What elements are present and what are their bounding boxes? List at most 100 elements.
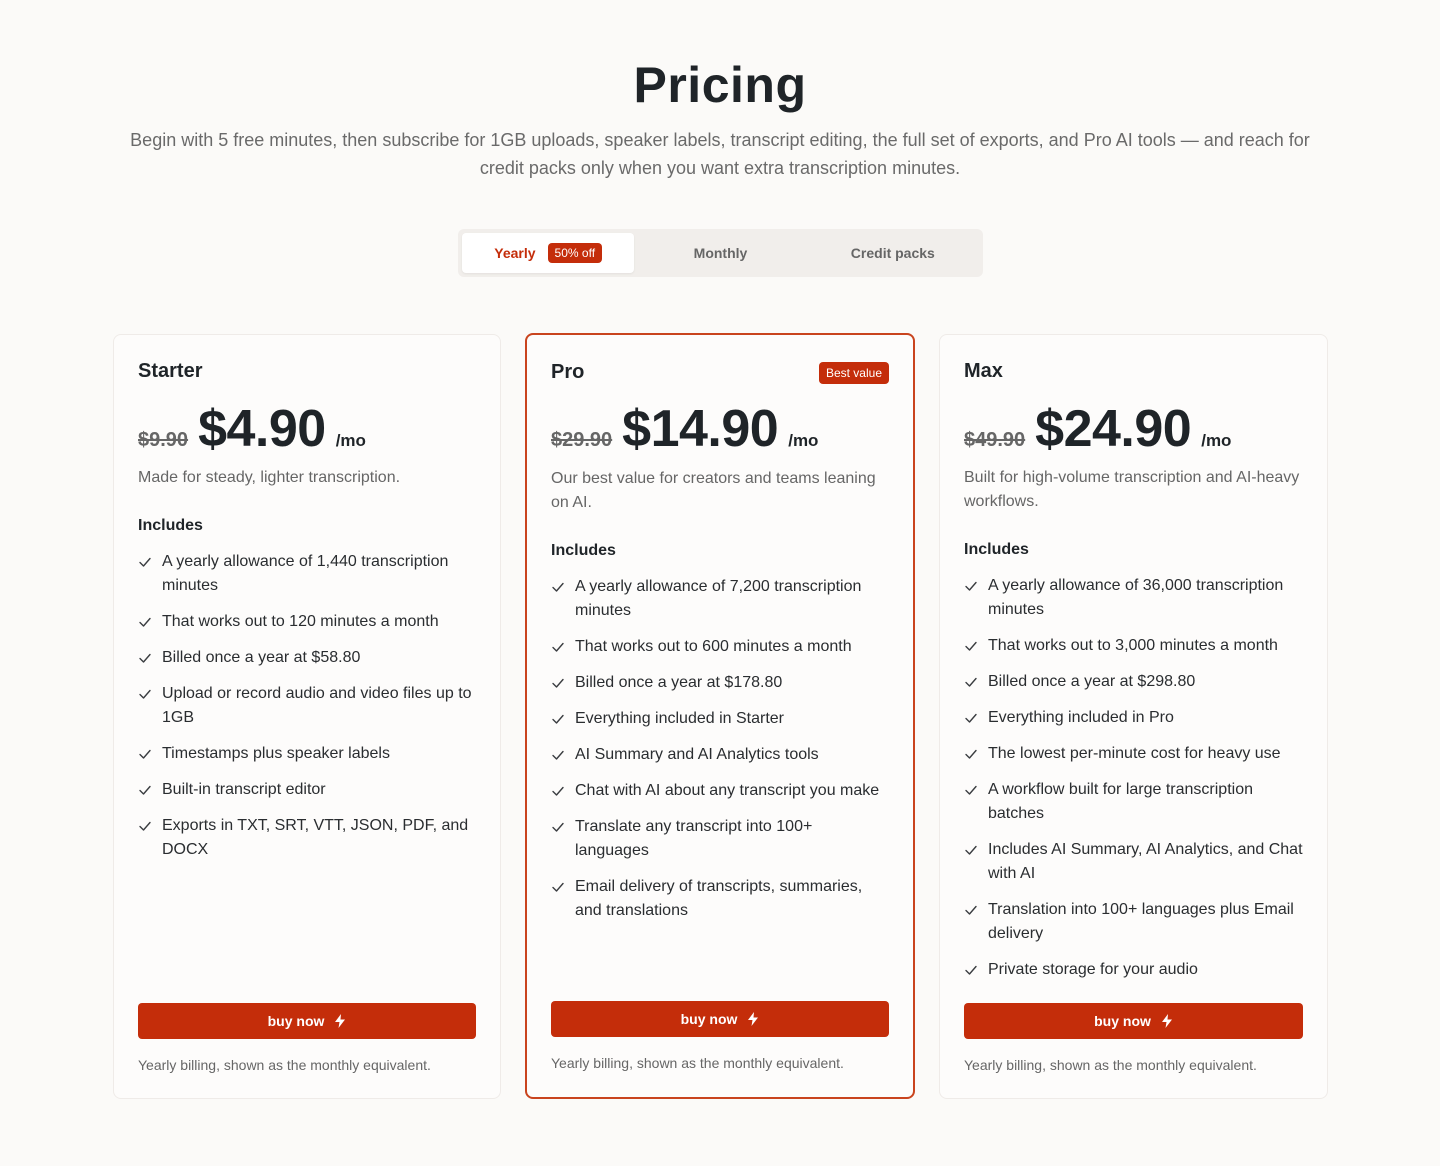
feature-text: That works out to 3,000 minutes a month (988, 637, 1278, 654)
feature-text: Upload or record audio and video files u… (162, 685, 472, 726)
feature-text: AI Summary and AI Analytics tools (575, 746, 819, 763)
price-row: $9.90 $4.90 /mo (138, 399, 366, 459)
check-icon (964, 778, 988, 802)
billing-note: Yearly billing, shown as the monthly equ… (551, 1055, 844, 1071)
feature-item: Exports in TXT, SRT, VTT, JSON, PDF, and… (138, 814, 476, 862)
feature-item: That works out to 3,000 minutes a month (964, 634, 1303, 658)
feature-text: Billed once a year at $298.80 (988, 673, 1196, 690)
plan-name: Starter (138, 360, 203, 382)
price-row: $29.90 $14.90 /mo (551, 399, 818, 459)
includes-heading: Includes (138, 517, 203, 534)
feature-text: Billed once a year at $178.80 (575, 674, 783, 691)
check-icon (138, 814, 162, 838)
check-icon (964, 898, 988, 922)
check-icon (138, 646, 162, 670)
feature-text: Everything included in Pro (988, 709, 1174, 726)
feature-text: That works out to 120 minutes a month (162, 613, 439, 630)
billing-note: Yearly billing, shown as the monthly equ… (138, 1057, 431, 1073)
feature-item: That works out to 600 minutes a month (551, 635, 889, 659)
feature-text: The lowest per-minute cost for heavy use (988, 745, 1281, 762)
discount-badge: 50% off (547, 243, 603, 263)
feature-item: Built-in transcript editor (138, 778, 476, 802)
check-icon (964, 838, 988, 862)
current-price: $4.90 (198, 400, 326, 458)
buy-now-label: buy now (680, 1011, 738, 1027)
price-unit: /mo (1201, 431, 1232, 450)
tab-yearly-label: Yearly (494, 245, 536, 261)
tab-yearly[interactable]: Yearly 50% off (462, 233, 635, 273)
price-unit: /mo (335, 431, 366, 450)
lightning-icon (335, 1014, 346, 1028)
feature-list: A yearly allowance of 7,200 transcriptio… (551, 575, 889, 935)
old-price: $49.90 (964, 429, 1026, 451)
plan-name: Pro (551, 361, 585, 383)
feature-item: That works out to 120 minutes a month (138, 610, 476, 634)
feature-text: A workflow built for large transcription… (988, 781, 1253, 822)
buy-now-label: buy now (1094, 1013, 1151, 1029)
feature-item: A yearly allowance of 7,200 transcriptio… (551, 575, 889, 623)
tab-credit-packs-label: Credit packs (850, 245, 935, 261)
check-icon (138, 550, 162, 574)
check-icon (551, 635, 575, 659)
plan-name: Max (964, 360, 1003, 382)
old-price: $9.90 (138, 429, 189, 451)
check-icon (138, 610, 162, 634)
check-icon (138, 682, 162, 706)
feature-text: A yearly allowance of 7,200 transcriptio… (575, 578, 862, 619)
billing-note: Yearly billing, shown as the monthly equ… (964, 1057, 1257, 1073)
check-icon (964, 742, 988, 766)
buy-now-button[interactable]: buy now (551, 1001, 889, 1037)
old-price: $29.90 (551, 429, 613, 451)
feature-item: Everything included in Pro (964, 706, 1303, 730)
feature-list: A yearly allowance of 1,440 transcriptio… (138, 550, 476, 874)
current-price: $24.90 (1035, 400, 1192, 458)
feature-item: Email delivery of transcripts, summaries… (551, 875, 889, 923)
feature-item: Everything included in Starter (551, 707, 889, 731)
feature-item: Billed once a year at $298.80 (964, 670, 1303, 694)
feature-list: A yearly allowance of 36,000 transcripti… (964, 574, 1303, 994)
feature-item: Translation into 100+ languages plus Ema… (964, 898, 1303, 946)
feature-item: Private storage for your audio (964, 958, 1303, 982)
feature-text: Billed once a year at $58.80 (162, 649, 361, 666)
plan-description: Made for steady, lighter transcription. (138, 469, 401, 486)
check-icon (551, 743, 575, 767)
feature-item: A yearly allowance of 1,440 transcriptio… (138, 550, 476, 598)
buy-now-button[interactable]: buy now (964, 1003, 1303, 1039)
feature-text: Private storage for your audio (988, 961, 1198, 978)
buy-now-button[interactable]: buy now (138, 1003, 476, 1039)
check-icon (551, 671, 575, 695)
price-unit: /mo (788, 431, 819, 450)
feature-text: Everything included in Starter (575, 710, 784, 727)
feature-text: That works out to 600 minutes a month (575, 638, 852, 655)
check-icon (964, 574, 988, 598)
lightning-icon (1161, 1014, 1172, 1028)
feature-item: A workflow built for large transcription… (964, 778, 1303, 826)
tab-credit-packs[interactable]: Credit packs (807, 233, 979, 273)
buy-now-label: buy now (267, 1013, 325, 1029)
feature-item: Upload or record audio and video files u… (138, 682, 476, 730)
feature-item: Billed once a year at $58.80 (138, 646, 476, 670)
feature-item: Billed once a year at $178.80 (551, 671, 889, 695)
check-icon (551, 815, 575, 839)
feature-text: Timestamps plus speaker labels (162, 745, 390, 762)
includes-heading: Includes (964, 541, 1029, 558)
feature-item: Includes AI Summary, AI Analytics, and C… (964, 838, 1303, 886)
feature-text: Translate any transcript into 100+ langu… (575, 818, 813, 859)
check-icon (551, 875, 575, 899)
check-icon (964, 958, 988, 982)
page-subtitle: Begin with 5 free minutes, then subscrib… (130, 130, 1310, 178)
feature-item: Timestamps plus speaker labels (138, 742, 476, 766)
tab-monthly[interactable]: Monthly (634, 233, 806, 273)
check-icon (551, 575, 575, 599)
lightning-icon (748, 1012, 759, 1026)
page-title: Pricing (633, 57, 807, 113)
plan-card-pro: Pro Best value $29.90 $14.90 /mo Our bes… (525, 333, 915, 1099)
feature-text: Translation into 100+ languages plus Ema… (988, 901, 1294, 942)
tab-monthly-label: Monthly (693, 245, 748, 261)
feature-text: A yearly allowance of 36,000 transcripti… (988, 577, 1284, 618)
plan-description: Our best value for creators and teams le… (551, 470, 876, 511)
best-value-badge: Best value (818, 362, 889, 384)
includes-heading: Includes (551, 542, 616, 559)
check-icon (138, 778, 162, 802)
plan-description: Built for high-volume transcription and … (964, 469, 1300, 510)
